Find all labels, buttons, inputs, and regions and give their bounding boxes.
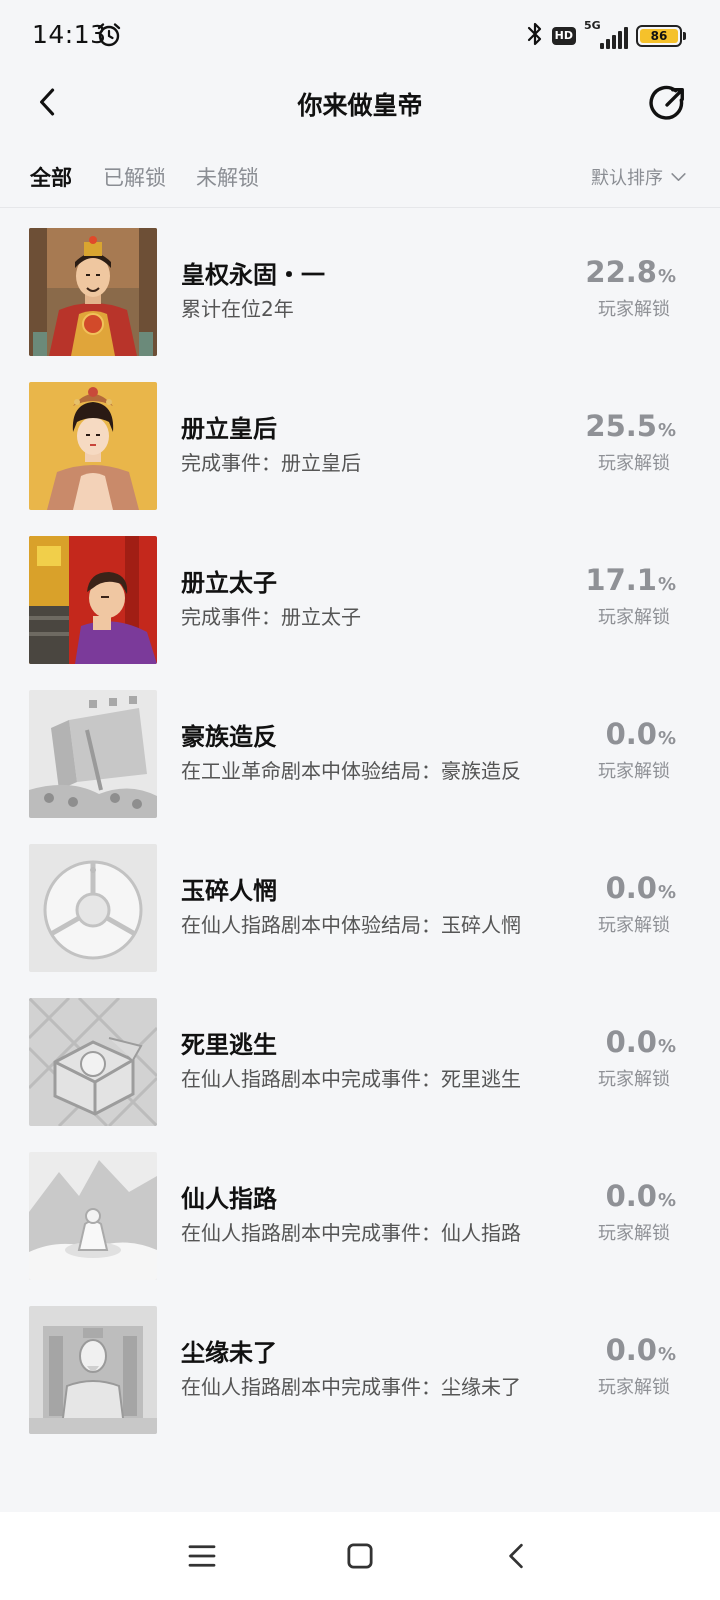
achievement-desc: 在仙人指路剧本中体验结局：玉碎人惘	[181, 913, 521, 937]
achievement-desc: 完成事件：册立皇后	[181, 451, 361, 475]
achievement-percent: 25.5%	[585, 409, 676, 443]
battery-icon: 86	[636, 25, 686, 47]
achievement-title: 豪族造反	[181, 723, 277, 751]
menu-icon	[188, 1545, 216, 1567]
signal-icon: 5G	[584, 19, 628, 51]
percent-value: 0.0	[605, 717, 657, 751]
status-icons: HD 5G 86	[526, 19, 686, 52]
achievement-image	[29, 536, 157, 664]
system-home-button[interactable]	[338, 1534, 382, 1578]
battery-level: 86	[640, 29, 678, 43]
achievement-image	[29, 228, 157, 356]
achievement-desc: 在仙人指路剧本中完成事件：仙人指路	[181, 1221, 521, 1245]
alarm-clock-icon	[96, 22, 122, 48]
hd-badge: HD	[551, 27, 576, 45]
percent-value: 25.5	[585, 409, 657, 443]
achievement-title: 仙人指路	[181, 1185, 277, 1213]
chevron-down-icon	[671, 172, 686, 181]
percent-unit: %	[657, 728, 676, 749]
achievement-desc: 在仙人指路剧本中完成事件：尘缘未了	[181, 1375, 521, 1399]
achievement-item[interactable]: 仙人指路 在仙人指路剧本中完成事件：仙人指路 0.0% 玩家解锁	[0, 1149, 720, 1303]
achievement-item[interactable]: 册立皇后 完成事件：册立皇后 25.5% 玩家解锁	[0, 379, 720, 533]
percent-unit: %	[657, 266, 676, 287]
achievement-percent: 0.0%	[606, 717, 676, 751]
achievement-image	[29, 844, 157, 972]
system-menu-button[interactable]	[180, 1534, 224, 1578]
percent-value: 17.1	[585, 563, 657, 597]
achievement-percent: 0.0%	[606, 871, 676, 905]
achievement-item[interactable]: 皇权永固・一 累计在位2年 22.8% 玩家解锁	[0, 225, 720, 379]
tab-locked[interactable]: 未解锁	[196, 162, 259, 192]
achievement-item[interactable]: 豪族造反 在工业革命剧本中体验结局：豪族造反 0.0% 玩家解锁	[0, 687, 720, 841]
achievement-image	[29, 998, 157, 1126]
achievement-image	[29, 1306, 157, 1434]
percent-value: 22.8	[585, 255, 657, 289]
screen: 14:13 HD 5G 86 你来做皇帝 全部 已解锁 未解锁 默认排序 皇权永…	[0, 0, 720, 1600]
tab-bar: 全部 已解锁 未解锁 默认排序	[0, 150, 720, 208]
share-button[interactable]	[644, 80, 692, 128]
percent-unit: %	[657, 1190, 676, 1211]
percent-unit: %	[657, 1036, 676, 1057]
achievement-title: 皇权永固・一	[181, 261, 325, 289]
achievement-percent-label: 玩家解锁	[598, 1377, 670, 1398]
achievement-percent-label: 玩家解锁	[598, 299, 670, 320]
percent-value: 0.0	[605, 1025, 657, 1059]
achievement-percent-label: 玩家解锁	[598, 915, 670, 936]
achievement-image	[29, 382, 157, 510]
tab-unlocked[interactable]: 已解锁	[103, 162, 166, 192]
achievement-percent: 0.0%	[606, 1333, 676, 1367]
achievement-percent-label: 玩家解锁	[598, 453, 670, 474]
achievement-percent: 22.8%	[585, 255, 676, 289]
achievement-item[interactable]: 死里逃生 在仙人指路剧本中完成事件：死里逃生 0.0% 玩家解锁	[0, 995, 720, 1149]
nav-bar: 你来做皇帝	[0, 72, 720, 132]
percent-value: 0.0	[605, 1179, 657, 1213]
system-nav-bar	[0, 1512, 720, 1600]
tab-all[interactable]: 全部	[30, 162, 72, 192]
bluetooth-icon	[526, 21, 544, 51]
achievement-image	[29, 1152, 157, 1280]
achievement-percent: 0.0%	[606, 1025, 676, 1059]
achievement-percent-label: 玩家解锁	[598, 607, 670, 628]
sort-dropdown[interactable]: 默认排序	[591, 164, 686, 190]
achievement-item[interactable]: 玉碎人惘 在仙人指路剧本中体验结局：玉碎人惘 0.0% 玩家解锁	[0, 841, 720, 995]
achievement-desc: 完成事件：册立太子	[181, 605, 361, 629]
achievement-percent-label: 玩家解锁	[598, 1069, 670, 1090]
achievement-percent: 0.0%	[606, 1179, 676, 1213]
achievement-percent: 17.1%	[585, 563, 676, 597]
achievement-desc: 在仙人指路剧本中完成事件：死里逃生	[181, 1067, 521, 1091]
percent-unit: %	[657, 420, 676, 441]
achievement-title: 尘缘未了	[181, 1339, 277, 1367]
achievement-title: 册立皇后	[181, 415, 277, 443]
achievement-percent-label: 玩家解锁	[598, 761, 670, 782]
percent-value: 0.0	[605, 1333, 657, 1367]
system-back-button[interactable]	[494, 1534, 538, 1578]
achievement-title: 死里逃生	[181, 1031, 277, 1059]
achievement-list: 皇权永固・一 累计在位2年 22.8% 玩家解锁 册立皇后 完成事件：册立皇后 …	[0, 225, 720, 1457]
share-arrow-icon	[649, 85, 684, 120]
percent-unit: %	[657, 1344, 676, 1365]
status-bar: 14:13 HD 5G 86	[0, 0, 720, 72]
home-icon	[347, 1543, 373, 1569]
sort-label: 默认排序	[591, 168, 663, 189]
page-title: 你来做皇帝	[297, 91, 423, 120]
achievement-title: 玉碎人惘	[181, 877, 277, 905]
achievement-desc: 在工业革命剧本中体验结局：豪族造反	[181, 759, 521, 783]
percent-value: 0.0	[605, 871, 657, 905]
network-type: 5G	[584, 19, 601, 32]
percent-unit: %	[657, 574, 676, 595]
achievement-percent-label: 玩家解锁	[598, 1223, 670, 1244]
achievement-desc: 累计在位2年	[181, 297, 294, 321]
achievement-item[interactable]: 册立太子 完成事件：册立太子 17.1% 玩家解锁	[0, 533, 720, 687]
percent-unit: %	[657, 882, 676, 903]
back-icon	[509, 1543, 523, 1569]
achievement-item[interactable]: 尘缘未了 在仙人指路剧本中完成事件：尘缘未了 0.0% 玩家解锁	[0, 1303, 720, 1457]
achievement-image	[29, 690, 157, 818]
achievement-title: 册立太子	[181, 569, 277, 597]
